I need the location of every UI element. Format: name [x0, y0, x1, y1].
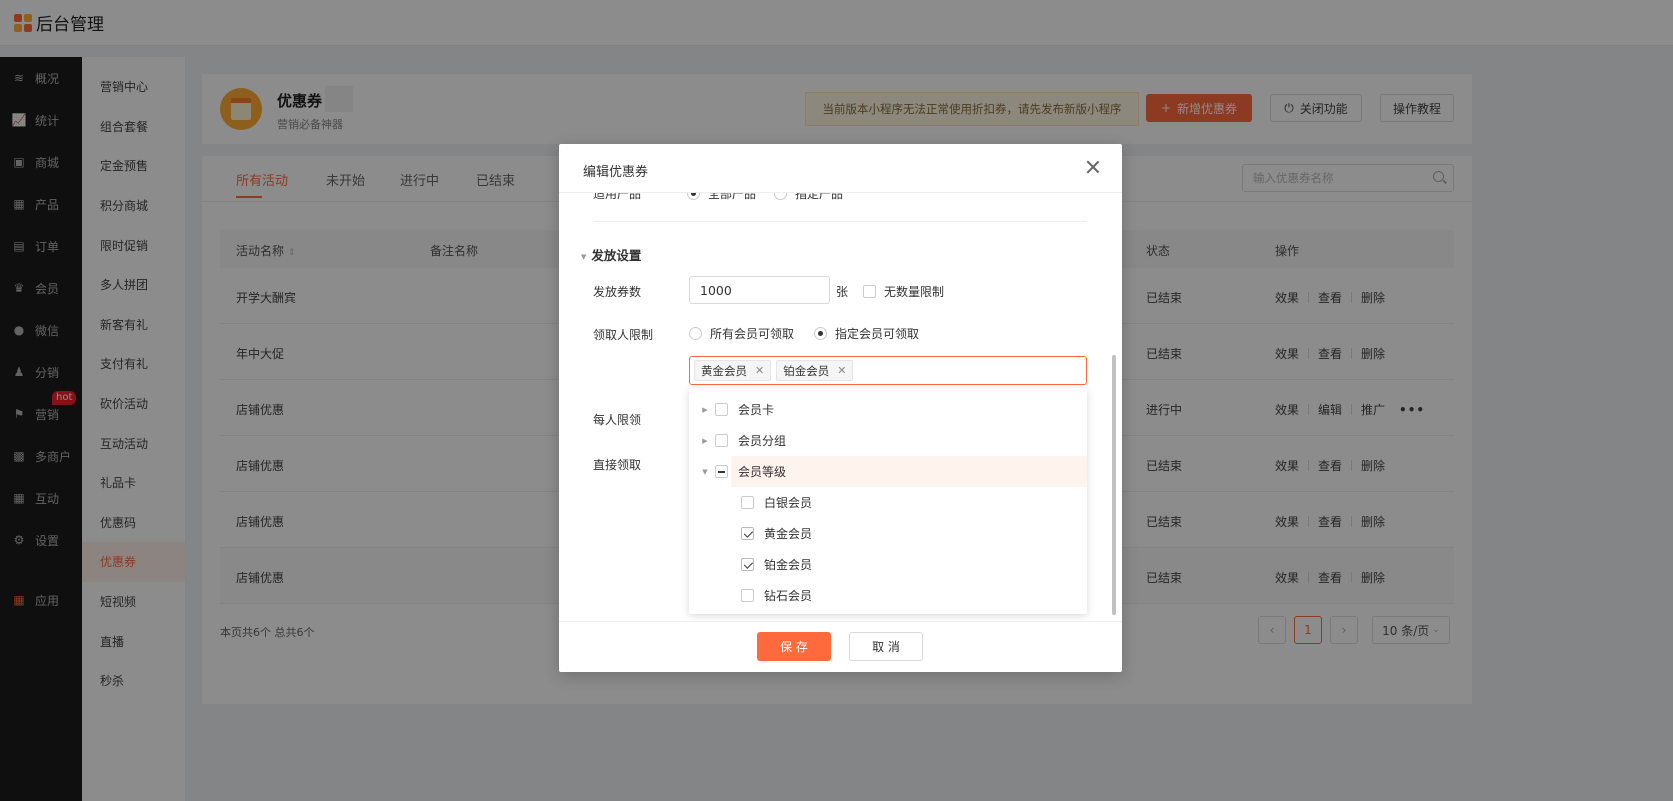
- tree-node[interactable]: 铂金会员: [689, 549, 1087, 580]
- selected-tag: 黄金会员 ✕: [694, 360, 772, 381]
- close-icon[interactable]: [1084, 158, 1102, 176]
- limit-radio-group: 所有会员可领取 指定会员可领取: [689, 325, 939, 342]
- modal-header: 编辑优惠券: [559, 144, 1122, 193]
- tag-close-icon[interactable]: ✕: [755, 364, 764, 377]
- product-scope-row: 适用产品 全部产品 指定产品: [593, 193, 843, 202]
- modal-footer: 保 存 取 消: [559, 621, 1122, 672]
- edit-coupon-modal: 编辑优惠券 适用产品 全部产品 指定产品 ▼ 发放设置 发放券数 1000 张 无…: [559, 144, 1122, 672]
- modal-body: 适用产品 全部产品 指定产品 ▼ 发放设置 发放券数 1000 张 无数量限制 领…: [559, 193, 1122, 621]
- modal-scrollbar[interactable]: [1112, 193, 1116, 621]
- count-input[interactable]: 1000: [689, 276, 830, 304]
- tree-node[interactable]: 白银会员: [689, 487, 1087, 518]
- unlimited-checkbox[interactable]: 无数量限制: [863, 283, 944, 300]
- all-members-radio[interactable]: 所有会员可领取: [689, 325, 794, 342]
- member-tree-dropdown: ▶ 会员卡 ▶ 会员分组 ▼ 会员等级 白银会员 黄金会员 铂金会员 钻石会员: [689, 388, 1087, 614]
- count-unit: 张: [836, 285, 849, 299]
- count-label: 发放券数: [593, 285, 642, 299]
- save-button[interactable]: 保 存: [757, 632, 831, 661]
- direct-claim-label: 直接领取: [593, 458, 642, 472]
- tree-node[interactable]: ▼ 会员等级: [689, 456, 1087, 487]
- scope-all-radio[interactable]: 全部产品: [687, 193, 756, 202]
- tag-close-icon[interactable]: ✕: [837, 364, 846, 377]
- tree-node[interactable]: ▶ 会员卡: [689, 394, 1087, 425]
- limit-label: 领取人限制: [593, 328, 654, 342]
- section-title[interactable]: ▼ 发放设置: [581, 245, 641, 264]
- modal-title: 编辑优惠券: [583, 165, 649, 180]
- tree-node[interactable]: 钻石会员: [689, 580, 1087, 611]
- scope-specific-radio[interactable]: 指定产品: [774, 193, 843, 202]
- tree-node[interactable]: 黄金会员: [689, 518, 1087, 549]
- selected-tag: 铂金会员 ✕: [776, 360, 854, 381]
- cancel-button[interactable]: 取 消: [849, 632, 923, 661]
- caret-down-icon: ▼: [581, 253, 587, 261]
- member-tree-select[interactable]: 黄金会员 ✕ 铂金会员 ✕: [689, 356, 1087, 385]
- caret-down-icon: ▼: [702, 467, 708, 476]
- per-person-label: 每人限领: [593, 413, 642, 427]
- caret-right-icon: ▶: [702, 436, 708, 445]
- specific-members-radio[interactable]: 指定会员可领取: [814, 325, 919, 342]
- tree-node[interactable]: ▶ 会员分组: [689, 425, 1087, 456]
- caret-right-icon: ▶: [702, 405, 708, 414]
